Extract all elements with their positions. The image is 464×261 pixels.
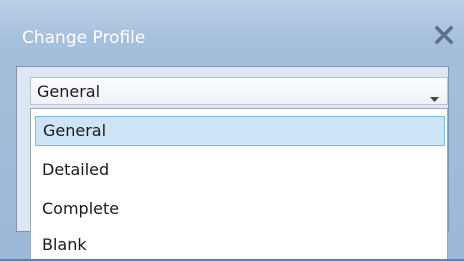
title-bar: Change Profile xyxy=(0,0,464,58)
option-detailed[interactable]: Detailed xyxy=(35,156,445,186)
profile-select-value: General xyxy=(37,82,101,101)
change-profile-dialog: Change Profile General General Detailed … xyxy=(0,0,464,259)
profile-dropdown-list: General Detailed Complete Blank xyxy=(30,108,448,259)
close-button[interactable] xyxy=(430,22,458,48)
dialog-title: Change Profile xyxy=(22,28,146,48)
option-complete[interactable]: Complete xyxy=(35,195,445,225)
option-general[interactable]: General xyxy=(35,116,445,146)
profile-select[interactable]: General xyxy=(30,77,448,105)
close-icon xyxy=(434,25,454,45)
chevron-down-icon xyxy=(430,88,439,107)
option-blank[interactable]: Blank xyxy=(35,231,445,261)
